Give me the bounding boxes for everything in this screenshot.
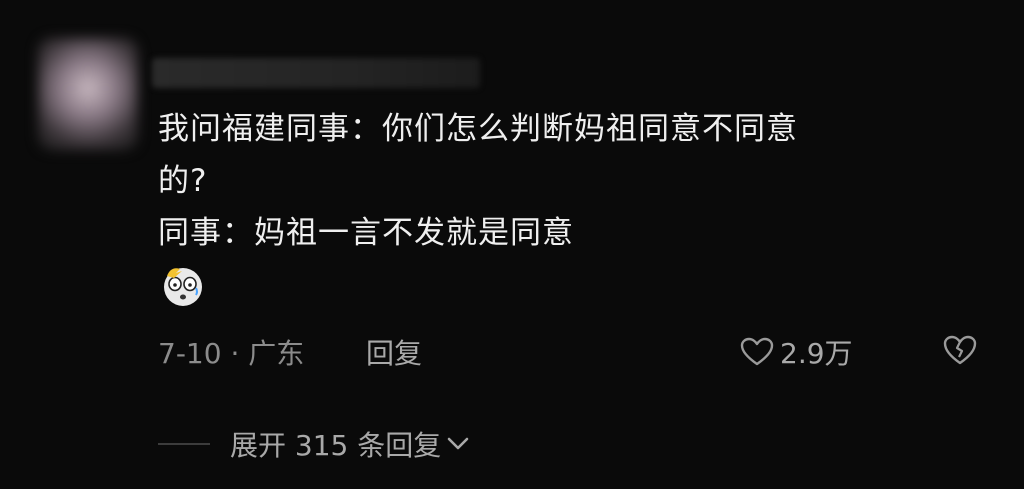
username-blurred[interactable] (152, 58, 480, 88)
comment-meta: 7-10 · 广东 回复 2.9万 (158, 330, 988, 370)
comment-line: 同事：妈祖一言不发就是同意 (158, 215, 574, 251)
comment-line: 的? (158, 163, 208, 199)
expand-replies-label: 展开 315 条回复 (230, 429, 442, 462)
expand-replies-button[interactable]: 展开 315 条回复 (158, 424, 469, 464)
reply-button[interactable]: 回复 (366, 332, 422, 372)
shocked-face-emoji-icon (164, 268, 202, 306)
dislike-button[interactable] (942, 334, 978, 373)
divider-line (158, 443, 210, 445)
avatar[interactable] (38, 38, 138, 150)
comment-text: 我问福建同事：你们怎么判断妈祖同意不同意 的? 同事：妈祖一言不发就是同意 (158, 103, 978, 259)
chevron-down-icon (447, 437, 469, 450)
broken-heart-icon (943, 335, 977, 365)
heart-outline-icon (740, 337, 774, 366)
comment-line: 我问福建同事：你们怎么判断妈祖同意不同意 (158, 111, 798, 147)
like-count: 2.9万 (780, 337, 853, 370)
date-location: 7-10 · 广东 (158, 337, 305, 370)
like-button[interactable]: 2.9万 (740, 332, 853, 372)
